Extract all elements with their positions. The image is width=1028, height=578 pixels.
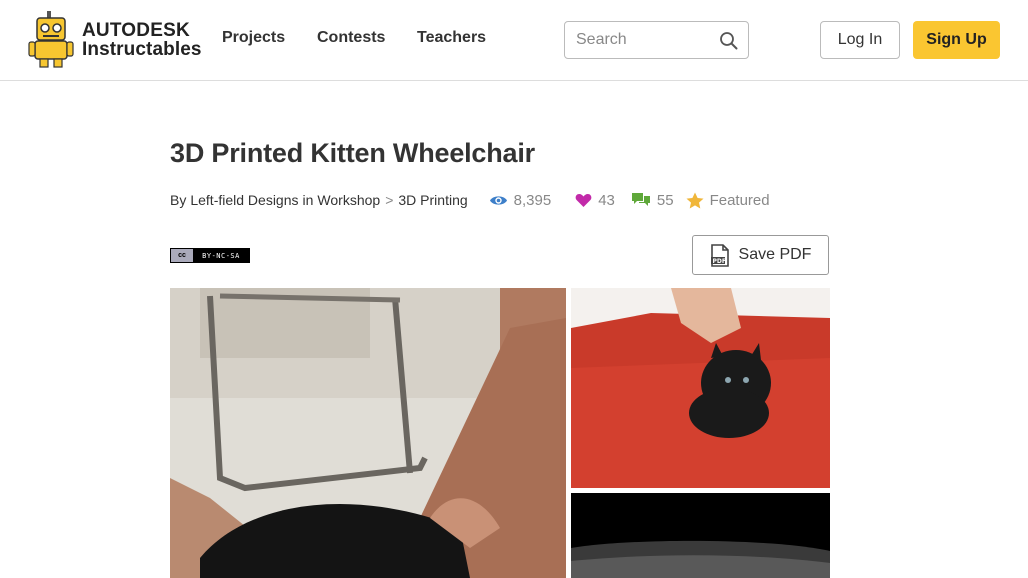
by-prefix: By <box>170 192 187 208</box>
views-stat: 8,395 <box>489 191 552 209</box>
favorites-stat[interactable]: 43 <box>575 192 615 209</box>
featured-label: Featured <box>709 191 770 209</box>
in-word: in <box>302 192 314 208</box>
featured-badge: Featured <box>686 192 770 209</box>
favorites-count: 43 <box>598 191 615 209</box>
category-link[interactable]: Workshop <box>317 192 380 208</box>
search-input[interactable] <box>576 31 716 49</box>
page-title: 3D Printed Kitten Wheelchair <box>170 138 535 168</box>
creative-commons-icon: cc <box>171 249 193 262</box>
comments-stat[interactable]: 55 <box>631 192 674 209</box>
save-pdf-label: Save PDF <box>738 246 812 263</box>
nav-contests[interactable]: Contests <box>317 29 385 47</box>
license-text: BY-NC-SA <box>193 249 249 262</box>
logo-wordmark: AUTODESK Instructables <box>82 21 202 59</box>
author-link[interactable]: Left-field Designs <box>190 192 298 208</box>
eye-icon <box>489 195 507 205</box>
views-count: 8,395 <box>513 191 552 209</box>
save-pdf-button[interactable]: PDF Save PDF <box>692 235 829 275</box>
nav-projects[interactable]: Projects <box>222 29 285 47</box>
login-button[interactable]: Log In <box>820 21 900 59</box>
instructables-logo[interactable]: AUTODESK Instructables <box>27 10 202 70</box>
comment-icon <box>631 193 650 206</box>
license-badge[interactable]: cc BY-NC-SA <box>170 248 250 263</box>
robot-mascot-icon <box>27 11 75 69</box>
site-header: AUTODESK Instructables Projects Contests… <box>0 0 1028 81</box>
star-icon <box>686 192 704 208</box>
subcategory-link[interactable]: 3D Printing <box>398 192 467 208</box>
logo-line-instructables: Instructables <box>82 39 202 60</box>
photo-kitten-on-rug[interactable] <box>571 288 830 488</box>
breadcrumb-separator: > <box>385 192 394 208</box>
signup-button[interactable]: Sign Up <box>913 21 1000 59</box>
nav-teachers[interactable]: Teachers <box>417 29 486 47</box>
main-photo-kitten-wheelchair[interactable] <box>170 288 566 578</box>
svg-text:PDF: PDF <box>712 258 725 265</box>
search-box <box>564 21 749 59</box>
pdf-file-icon: PDF <box>710 243 729 267</box>
article-meta: By Left-field Designs in Workshop > 3D P… <box>170 190 770 210</box>
logo-line-autodesk: AUTODESK <box>82 20 190 41</box>
comments-count: 55 <box>656 191 674 209</box>
heart-icon <box>575 193 592 207</box>
search-icon[interactable] <box>719 31 738 50</box>
photo-kitten-closeup[interactable] <box>571 493 830 578</box>
